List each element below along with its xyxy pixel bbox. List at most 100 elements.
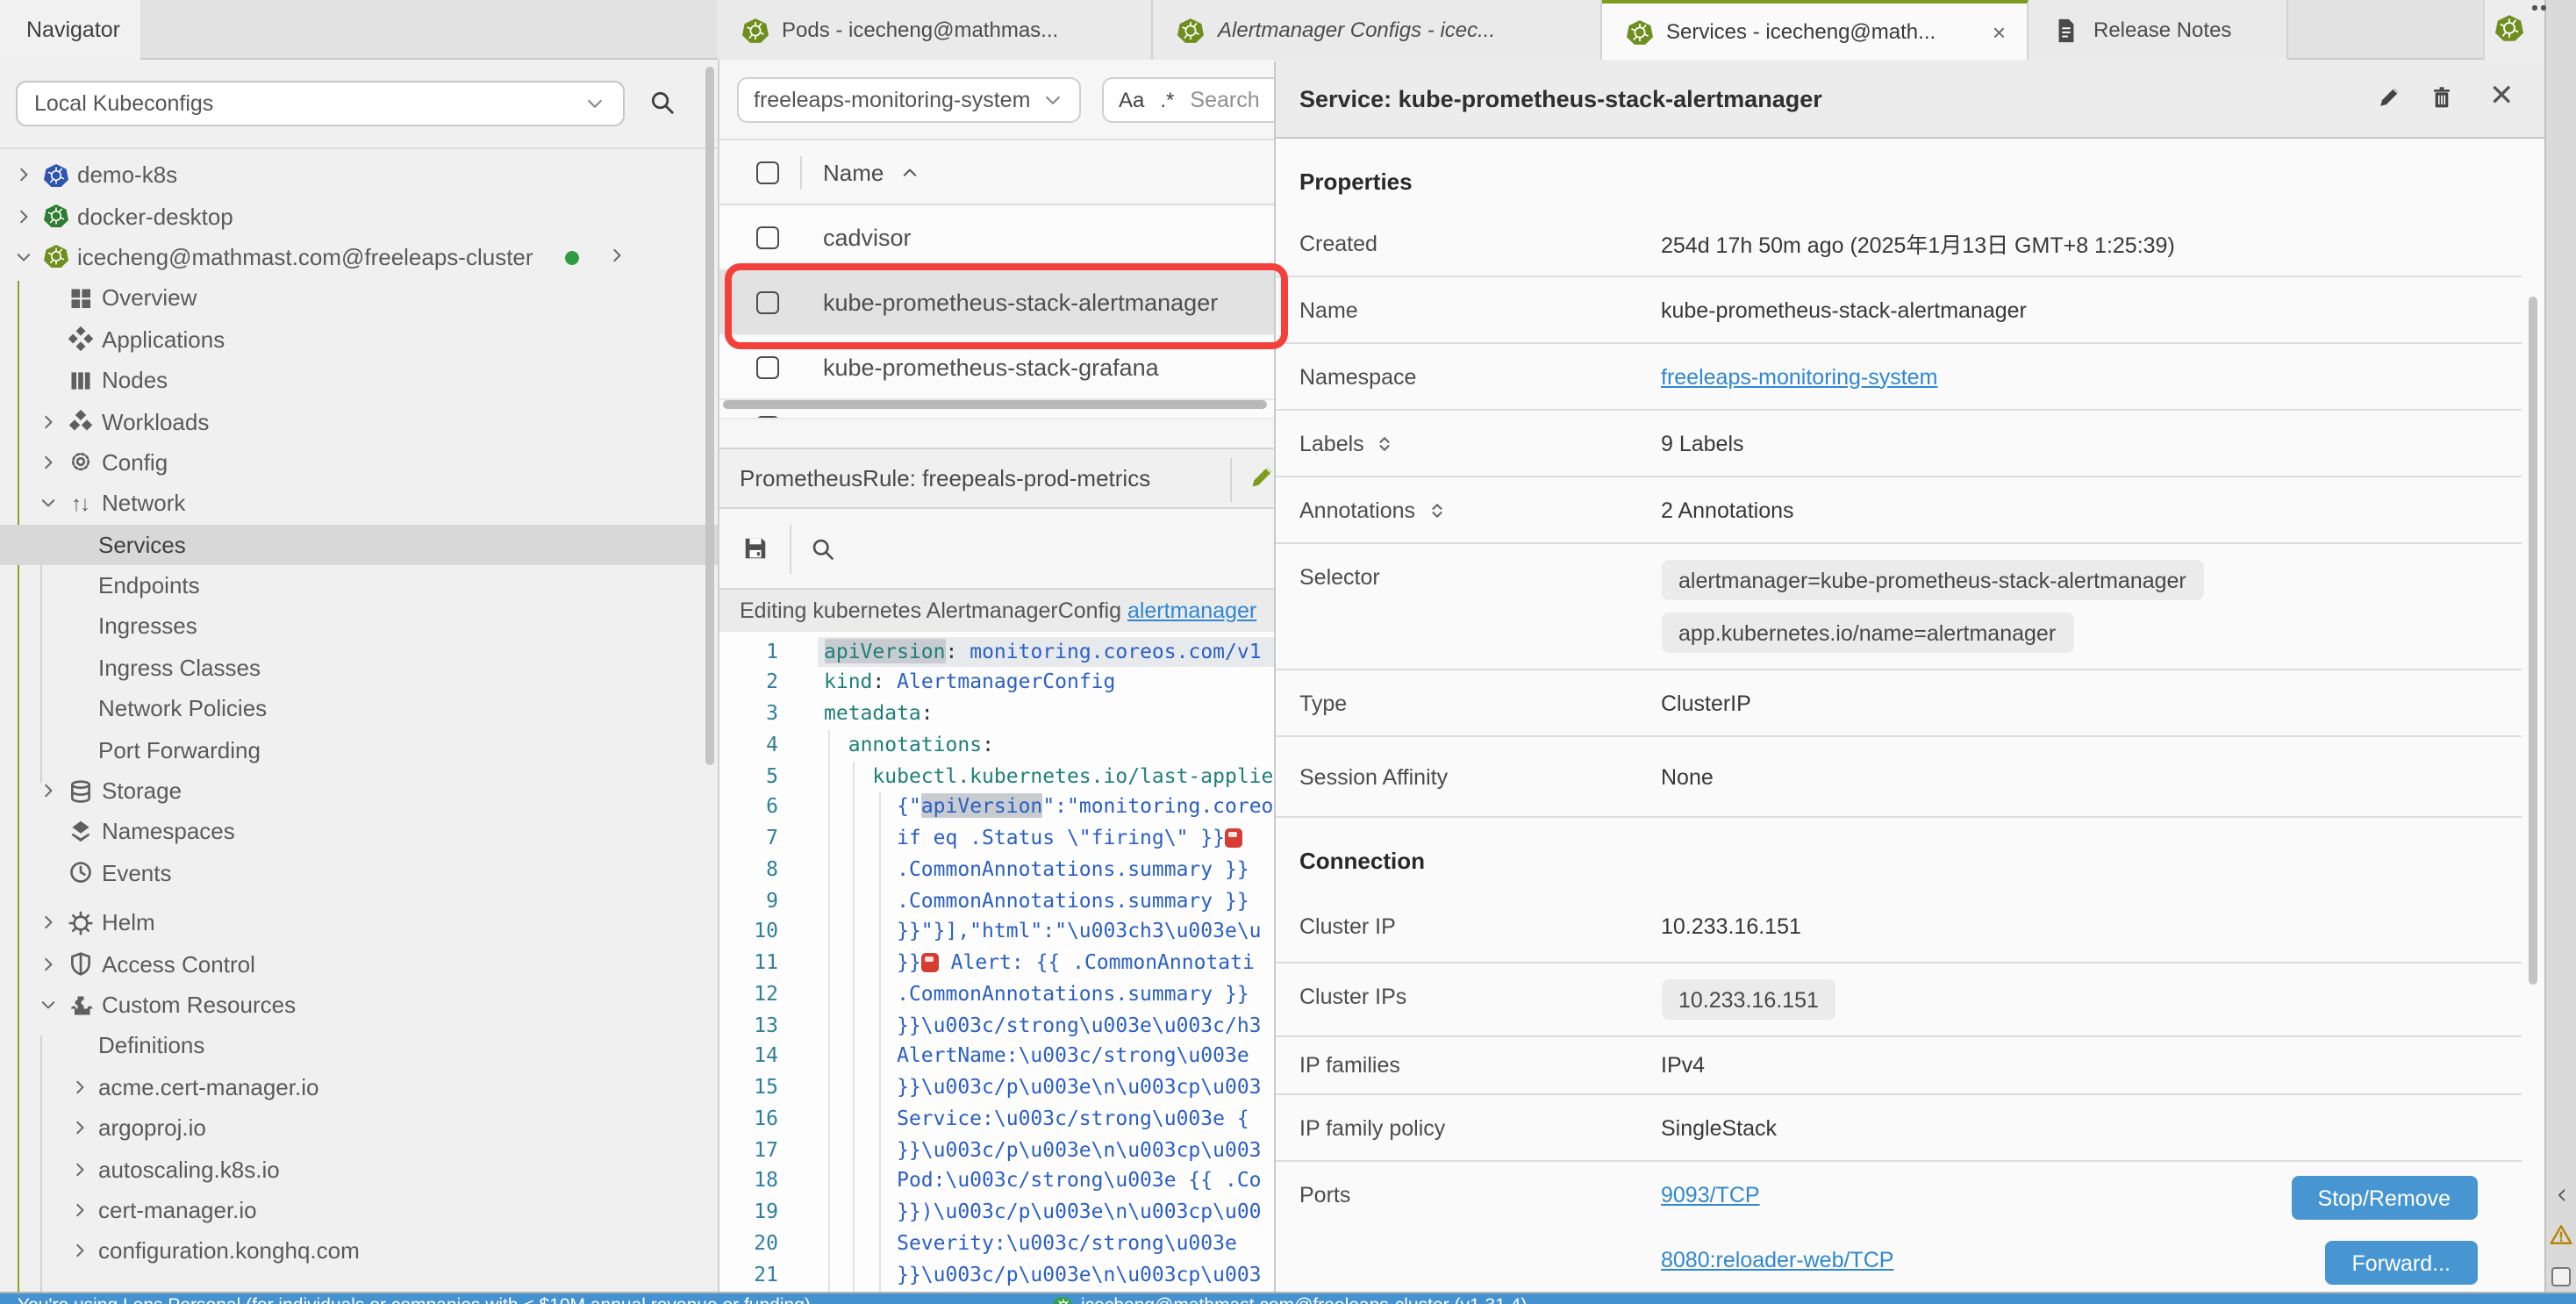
expander-icon[interactable] bbox=[1426, 499, 1447, 520]
port-link-9093-tcp[interactable]: 9093/TCP bbox=[1661, 1182, 1760, 1207]
sidebar-item-autoscaling-k8s-io[interactable]: autoscaling.k8s.io bbox=[0, 1149, 717, 1190]
sidebar-item-config[interactable]: Config bbox=[0, 441, 717, 483]
sidebar-item-icecheng-mathmast-com-freeleaps-cluster[interactable]: icecheng@mathmast.com@freeleaps-cluster bbox=[0, 237, 717, 278]
drawer-scrollbar[interactable] bbox=[2529, 297, 2537, 985]
sidebar-item-endpoints[interactable]: Endpoints bbox=[0, 565, 717, 606]
code-line-19[interactable]: 19 }})\u003c/p\u003e\n\u003cp\u00 bbox=[719, 1197, 1273, 1229]
code-line-2[interactable]: 2kind: AlertmanagerConfig bbox=[719, 668, 1273, 699]
sidebar-item-ingresses[interactable]: Ingresses bbox=[0, 606, 717, 648]
alertmanagerconfig-link[interactable]: alertmanager bbox=[1127, 598, 1256, 623]
editor-search-icon[interactable] bbox=[810, 536, 834, 561]
sidebar-item-definitions[interactable]: Definitions bbox=[0, 1025, 717, 1066]
chevron-right-icon[interactable] bbox=[70, 1118, 98, 1137]
code-line-17[interactable]: 17 }}\u003c/p\u003e\n\u003cp\u003 bbox=[719, 1135, 1273, 1166]
chevron-right-icon[interactable] bbox=[39, 453, 67, 472]
edit-pencil-icon[interactable] bbox=[2377, 86, 2400, 109]
chevron-down-icon[interactable] bbox=[14, 247, 42, 267]
match-case-toggle[interactable]: Aa bbox=[1119, 88, 1144, 112]
chevron-right-icon[interactable] bbox=[70, 1242, 98, 1261]
name-column-header[interactable]: Name bbox=[823, 159, 884, 185]
code-line-11[interactable]: 11 }} Alert: {{ .CommonAnnotati bbox=[719, 948, 1273, 979]
sidebar-item-argoproj-io[interactable]: argoproj.io bbox=[0, 1107, 717, 1149]
select-all-checkbox[interactable] bbox=[756, 161, 779, 183]
sidebar-item-configuration-konghq-com[interactable]: configuration.konghq.com bbox=[0, 1230, 717, 1272]
chevron-down-icon[interactable] bbox=[39, 995, 67, 1014]
tab-pods-icecheng-mathmas[interactable]: Pods - icecheng@mathmas... bbox=[717, 0, 1153, 60]
chevron-right-icon[interactable] bbox=[14, 165, 42, 184]
delete-trash-icon[interactable] bbox=[2429, 86, 2452, 109]
code-line-1[interactable]: 1apiVersion: monitoring.coreos.com/v1 bbox=[719, 636, 1273, 668]
regex-toggle[interactable]: .* bbox=[1160, 88, 1174, 112]
chevron-right-icon[interactable] bbox=[607, 246, 626, 265]
sidebar-item-workloads[interactable]: Workloads bbox=[0, 401, 717, 442]
chevron-right-icon[interactable] bbox=[70, 1159, 98, 1179]
port-link-8080-reloader-web-tcp[interactable]: 8080:reloader-web/TCP bbox=[1661, 1247, 1893, 1272]
close-icon[interactable]: ✕ bbox=[2489, 81, 2515, 111]
prometheusrule-dock-tab[interactable]: PrometheusRule: freepeals-prod-metrics bbox=[719, 448, 1273, 509]
chevron-right-icon[interactable] bbox=[14, 206, 42, 226]
sidebar-item-applications[interactable]: Applications bbox=[0, 319, 717, 360]
code-line-4[interactable]: 4 annotations: bbox=[719, 730, 1273, 762]
table-horizontal-scrollbar[interactable] bbox=[722, 400, 1266, 409]
sidebar-scrollbar[interactable] bbox=[705, 67, 714, 765]
sidebar-item-acme-cert-manager-io[interactable]: acme.cert-manager.io bbox=[0, 1066, 717, 1107]
table-row-cadvisor[interactable]: cadvisor bbox=[719, 205, 1273, 270]
code-line-12[interactable]: 12 .CommonAnnotations.summary }} bbox=[719, 979, 1273, 1011]
yaml-editor[interactable]: 1apiVersion: monitoring.coreos.com/v12ki… bbox=[719, 632, 1273, 1291]
chevron-right-icon[interactable] bbox=[70, 1078, 98, 1097]
port-button-stop-remove[interactable]: Stop/Remove bbox=[2292, 1176, 2477, 1220]
code-line-7[interactable]: 7 if eq .Status \"firing\" }} bbox=[719, 823, 1273, 855]
save-icon[interactable] bbox=[741, 535, 768, 562]
row-checkbox[interactable] bbox=[756, 290, 779, 313]
row-checkbox[interactable] bbox=[756, 416, 779, 419]
sidebar-item-network[interactable]: ↑↓Network bbox=[0, 483, 717, 524]
sidebar-item-services[interactable]: Services bbox=[0, 524, 717, 565]
sidebar-item-ingress-classes[interactable]: Ingress Classes bbox=[0, 647, 717, 688]
sidebar-item-storage[interactable]: Storage bbox=[0, 770, 717, 812]
kubeconfig-select[interactable]: Local Kubeconfigs bbox=[15, 81, 624, 126]
sidebar-item-nodes[interactable]: Nodes bbox=[0, 360, 717, 401]
search-input[interactable]: Aa .* Search bbox=[1101, 77, 1273, 123]
sidebar-item-namespaces[interactable]: Namespaces bbox=[0, 812, 717, 853]
search-icon[interactable] bbox=[649, 90, 676, 116]
code-line-10[interactable]: 10 }}"}],"html":"\u003ch3\u003e\u bbox=[719, 917, 1273, 949]
namespace-link[interactable]: freeleaps-monitoring-system bbox=[1661, 364, 1937, 389]
row-checkbox[interactable] bbox=[756, 355, 779, 378]
chevron-down-icon[interactable] bbox=[39, 494, 67, 513]
code-line-13[interactable]: 13 }}\u003c/strong\u003e\u003c/h3 bbox=[719, 1010, 1273, 1042]
tab-release-notes[interactable]: Release Notes bbox=[2029, 0, 2287, 60]
sidebar-item-cert-manager-io[interactable]: cert-manager.io bbox=[0, 1190, 717, 1231]
tab-close-icon[interactable]: × bbox=[1989, 18, 2009, 45]
sidebar-item-demo-k8s[interactable]: demo-k8s bbox=[0, 154, 717, 196]
tab-services-icecheng-math[interactable]: Services - icecheng@math...× bbox=[1601, 0, 2029, 60]
sidebar-item-events[interactable]: Events bbox=[0, 852, 717, 893]
sidebar-item-network-policies[interactable]: Network Policies bbox=[0, 688, 717, 729]
namespace-select[interactable]: freeleaps-monitoring-system bbox=[736, 77, 1080, 123]
navigator-tab[interactable]: Navigator bbox=[0, 0, 140, 60]
expander-icon[interactable] bbox=[1375, 433, 1396, 454]
code-line-8[interactable]: 8 .CommonAnnotations.summary }} bbox=[719, 855, 1273, 886]
chevron-right-icon[interactable] bbox=[39, 954, 67, 973]
sidebar-item-custom-resources[interactable]: Custom Resources bbox=[0, 985, 717, 1026]
tab-alertmanager-configs-icec[interactable]: Alertmanager Configs - icec... bbox=[1153, 0, 1601, 60]
code-line-3[interactable]: 3metadata: bbox=[719, 699, 1273, 730]
sidebar-item-port-forwarding[interactable]: Port Forwarding bbox=[0, 729, 717, 770]
table-row-kube-prometheus-stack-grafana[interactable]: kube-prometheus-stack-grafana bbox=[719, 335, 1273, 400]
code-line-9[interactable]: 9 .CommonAnnotations.summary }} bbox=[719, 885, 1273, 917]
chevron-right-icon[interactable] bbox=[39, 913, 67, 932]
sidebar-item-helm[interactable]: Helm bbox=[0, 902, 717, 943]
row-checkbox[interactable] bbox=[756, 226, 779, 248]
code-line-21[interactable]: 21 }}\u003c/p\u003e\n\u003cp\u003 bbox=[719, 1259, 1273, 1291]
table-row-kube-prometheus-stack-alertmanager[interactable]: kube-prometheus-stack-alertmanager bbox=[719, 270, 1273, 335]
port-button-forward[interactable]: Forward... bbox=[2325, 1241, 2477, 1285]
sidebar-item-docker-desktop[interactable]: docker-desktop bbox=[0, 196, 717, 237]
code-line-18[interactable]: 18 Pod:\u003c/strong\u003e {{ .Co bbox=[719, 1166, 1273, 1198]
code-line-15[interactable]: 15 }}\u003c/p\u003e\n\u003cp\u003 bbox=[719, 1072, 1273, 1104]
code-line-14[interactable]: 14 AlertName:\u003c/strong\u003e bbox=[719, 1042, 1273, 1073]
code-line-16[interactable]: 16 Service:\u003c/strong\u003e { bbox=[719, 1104, 1273, 1136]
sidebar-item-access-control[interactable]: Access Control bbox=[0, 943, 717, 985]
edit-pencil-icon[interactable] bbox=[1249, 465, 1273, 490]
chevron-right-icon[interactable] bbox=[39, 781, 67, 800]
sort-ascending-icon[interactable] bbox=[899, 162, 919, 182]
chevron-right-icon[interactable] bbox=[70, 1200, 98, 1220]
